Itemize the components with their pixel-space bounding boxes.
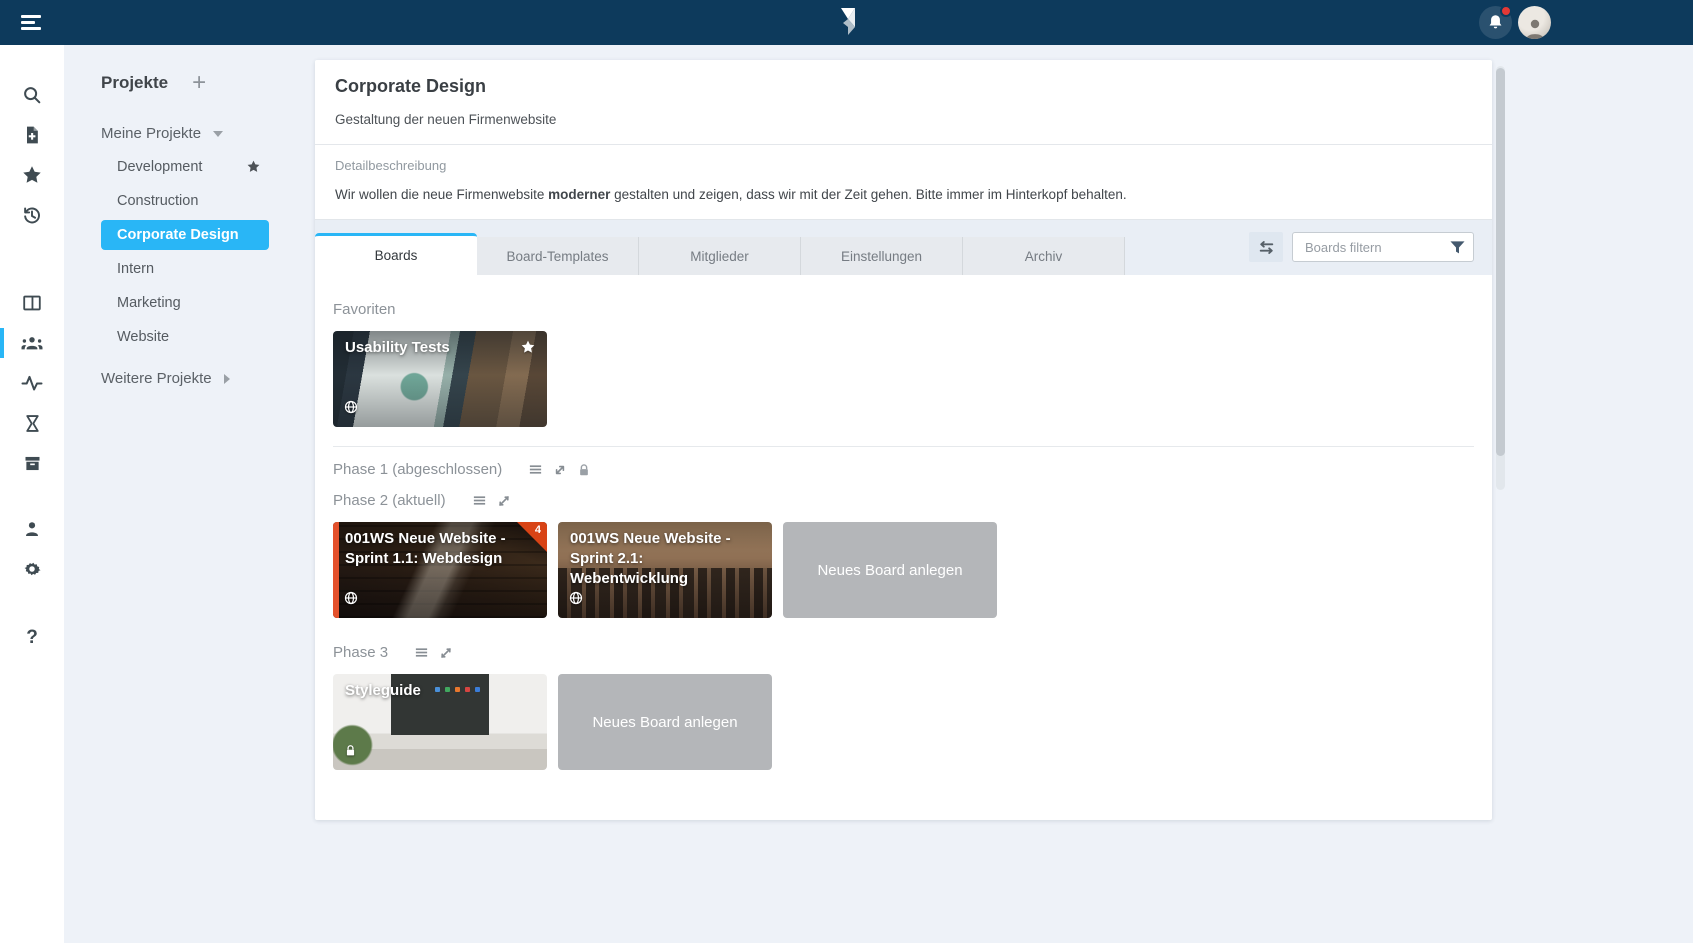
boards-columns-icon[interactable] bbox=[0, 283, 64, 323]
menu-icon[interactable] bbox=[472, 493, 487, 508]
project-detail-panel: Corporate Design Gestaltung der neuen Fi… bbox=[315, 60, 1492, 820]
chevron-down-icon bbox=[213, 131, 223, 137]
section-label-phase1: Phase 1 (abgeschlossen) bbox=[333, 461, 502, 478]
board-color-stripe bbox=[333, 522, 339, 618]
scrollbar-thumb[interactable] bbox=[1496, 68, 1505, 456]
expand-icon[interactable] bbox=[553, 463, 567, 477]
tab-archiv[interactable]: Archiv bbox=[963, 237, 1125, 275]
topbar bbox=[0, 0, 1693, 45]
app-logo bbox=[834, 5, 860, 44]
notification-badge bbox=[1500, 5, 1512, 17]
project-sidebar: Projekte + Meine Projekte Development Co… bbox=[64, 45, 315, 943]
favorites-star-icon[interactable] bbox=[0, 155, 64, 195]
board-card-sprint-2-1[interactable]: 001WS Neue Website - Sprint 2.1: Webentw… bbox=[558, 522, 772, 618]
team-groups-icon[interactable] bbox=[0, 323, 64, 363]
globe-icon bbox=[344, 591, 358, 610]
group-meine-projekte[interactable]: Meine Projekte bbox=[101, 125, 315, 142]
section-phase-1: Phase 1 (abgeschlossen) bbox=[333, 461, 1474, 478]
history-icon[interactable] bbox=[0, 195, 64, 235]
board-card-sprint-1-1[interactable]: 001WS Neue Website - Sprint 1.1: Webdesi… bbox=[333, 522, 547, 618]
section-label-phase3: Phase 3 bbox=[333, 644, 388, 661]
filter-input-wrapper bbox=[1292, 232, 1474, 262]
new-board-button[interactable]: Neues Board anlegen bbox=[558, 674, 772, 770]
section-phase-2: Phase 2 (aktuell) bbox=[333, 492, 1474, 509]
sidebar-item-marketing[interactable]: Marketing bbox=[101, 286, 269, 320]
section-label-favoriten: Favoriten bbox=[333, 301, 396, 318]
project-list: Development Construction Corporate Desig… bbox=[64, 150, 315, 354]
project-subtitle: Gestaltung der neuen Firmenwebsite bbox=[335, 112, 1472, 127]
board-card-styleguide[interactable]: Styleguide bbox=[333, 674, 547, 770]
section-label-phase2: Phase 2 (aktuell) bbox=[333, 492, 446, 509]
corner-badge bbox=[517, 522, 547, 552]
tab-boards[interactable]: Boards bbox=[315, 233, 477, 275]
tab-einstellungen[interactable]: Einstellungen bbox=[801, 237, 963, 275]
board-card-usability-tests[interactable]: Usability Tests bbox=[333, 331, 547, 427]
funnel-filter-icon[interactable] bbox=[1450, 240, 1465, 255]
menu-icon[interactable] bbox=[21, 15, 41, 30]
search-icon[interactable] bbox=[0, 75, 64, 115]
lock-icon bbox=[577, 463, 591, 477]
globe-icon bbox=[569, 591, 583, 610]
swap-horizontal-icon[interactable] bbox=[1249, 232, 1283, 262]
badge-count: 4 bbox=[535, 524, 541, 536]
sidebar-item-website[interactable]: Website bbox=[101, 320, 269, 354]
collapse-icon[interactable] bbox=[497, 494, 511, 508]
divider bbox=[333, 446, 1474, 447]
menu-icon[interactable] bbox=[414, 645, 429, 660]
star-icon[interactable] bbox=[246, 159, 261, 178]
sidebar-item-construction[interactable]: Construction bbox=[101, 184, 269, 218]
chevron-right-icon bbox=[224, 374, 230, 384]
section-phase-3: Phase 3 bbox=[333, 644, 1474, 661]
notifications-icon[interactable] bbox=[1479, 6, 1512, 39]
lock-icon bbox=[344, 744, 357, 762]
detail-label: Detailbeschreibung bbox=[335, 158, 1472, 173]
tab-board-templates[interactable]: Board-Templates bbox=[477, 237, 639, 275]
tab-mitglieder[interactable]: Mitglieder bbox=[639, 237, 801, 275]
sidebar-item-intern[interactable]: Intern bbox=[101, 252, 269, 286]
boards-filter-input[interactable] bbox=[1303, 239, 1450, 256]
tabs-strip: Boards Board-Templates Mitglieder Einste… bbox=[315, 219, 1492, 275]
boards-panel: Favoriten Usability Tests Phase 1 (abges… bbox=[315, 275, 1492, 770]
hourglass-icon[interactable] bbox=[0, 403, 64, 443]
globe-icon bbox=[344, 400, 358, 419]
add-project-button[interactable]: + bbox=[192, 74, 206, 92]
topbar-actions bbox=[1479, 0, 1551, 45]
help-icon[interactable]: ? bbox=[0, 618, 64, 658]
icon-rail: ? bbox=[0, 45, 64, 943]
avatar[interactable] bbox=[1518, 6, 1551, 39]
activity-pulse-icon[interactable] bbox=[0, 363, 64, 403]
collapse-icon[interactable] bbox=[439, 646, 453, 660]
new-document-icon[interactable] bbox=[0, 115, 64, 155]
sidebar-item-corporate-design[interactable]: Corporate Design bbox=[101, 220, 269, 250]
menu-icon[interactable] bbox=[528, 462, 543, 477]
profile-person-icon[interactable] bbox=[0, 509, 64, 549]
settings-gear-icon[interactable] bbox=[0, 549, 64, 589]
star-icon[interactable] bbox=[520, 339, 536, 360]
project-description: Wir wollen die neue Firmenwebsite modern… bbox=[335, 187, 1472, 202]
new-board-button[interactable]: Neues Board anlegen bbox=[783, 522, 997, 618]
sidebar-title: Projekte bbox=[101, 73, 168, 93]
page-title: Corporate Design bbox=[335, 76, 1472, 97]
group-weitere-projekte[interactable]: Weitere Projekte bbox=[101, 370, 315, 387]
sidebar-item-development[interactable]: Development bbox=[101, 150, 269, 184]
tab-bar: Boards Board-Templates Mitglieder Einste… bbox=[315, 233, 1125, 275]
archive-icon[interactable] bbox=[0, 443, 64, 483]
